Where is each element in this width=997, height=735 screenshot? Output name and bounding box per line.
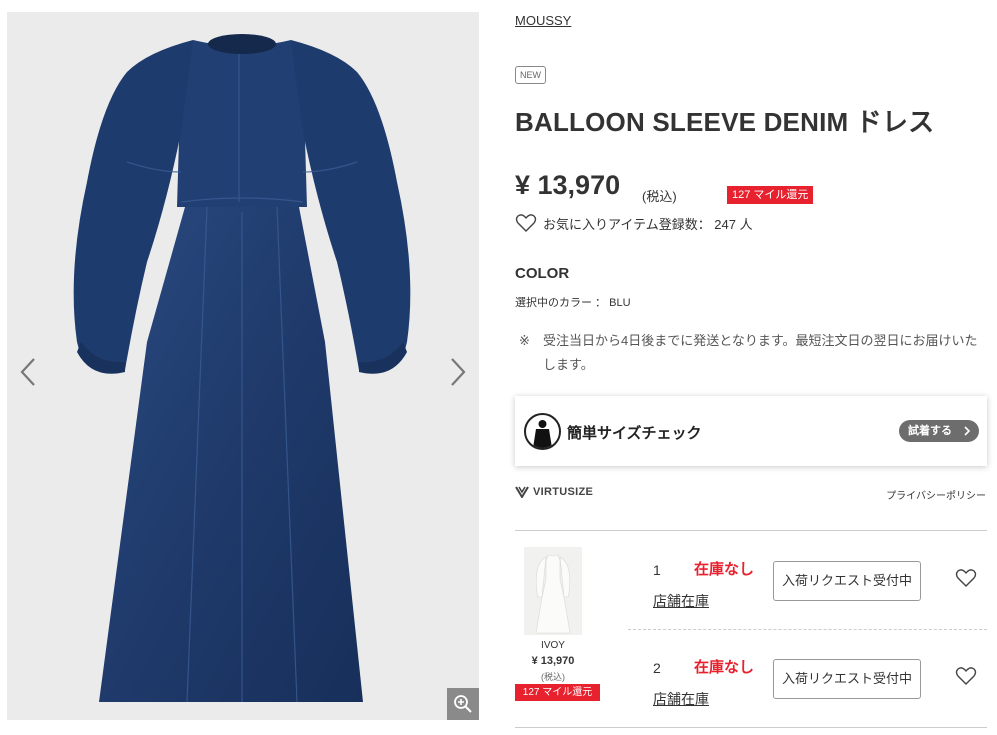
color-heading: COLOR: [515, 265, 570, 282]
virtusize-text: VIRTUSIZE: [533, 486, 594, 498]
brand-link[interactable]: MOUSSY: [515, 13, 571, 28]
size-check-title: 簡単サイズチェック: [567, 425, 702, 442]
privacy-policy-link[interactable]: プライバシーポリシー: [886, 487, 986, 502]
store-stock-link[interactable]: 店舗在庫: [653, 689, 709, 709]
size-check-card[interactable]: 簡単サイズチェック 試着する: [515, 396, 987, 466]
zoom-in-icon[interactable]: [447, 688, 479, 720]
size-label: 2: [653, 660, 661, 676]
chevron-right-icon[interactable]: [445, 352, 471, 392]
notice-mark: ※: [519, 333, 530, 348]
heart-icon[interactable]: [955, 666, 977, 686]
try-on-button[interactable]: 試着する: [899, 420, 979, 442]
try-on-label: 試着する: [908, 425, 952, 437]
divider: [515, 727, 987, 728]
product-price: ¥ 13,970: [515, 170, 621, 200]
restock-request-button[interactable]: 入荷リクエスト受付中: [773, 659, 921, 699]
notice-text: 受注当日から4日後までに発送となります。最短注文日の翌日にお届けいたします。: [543, 333, 978, 372]
virtusize-mark-icon: [515, 486, 529, 498]
row-divider: [628, 629, 987, 630]
product-title: BALLOON SLEEVE DENIM ドレス: [515, 107, 935, 137]
favorite-count-text: お気に入りアイテム登録数： 247 人: [543, 216, 753, 232]
heart-icon[interactable]: [955, 568, 977, 588]
selected-color: 選択中のカラー ： BLU: [515, 297, 631, 309]
mile-badge: 127 マイル還元: [727, 186, 814, 204]
new-badge: NEW: [515, 66, 546, 84]
stock-status: 在庫なし: [694, 659, 755, 676]
restock-request-button[interactable]: 入荷リクエスト受付中: [773, 561, 921, 601]
size-label: 1: [653, 562, 661, 578]
variant-mile-badge: 127 マイル還元: [515, 684, 600, 701]
product-main-image: [73, 34, 411, 703]
size-check-avatar: [524, 413, 561, 450]
chevron-right-icon: [963, 420, 971, 450]
stock-status: 在庫なし: [694, 561, 755, 578]
variant-price: ¥ 13,970: [531, 655, 575, 667]
shipping-notice: ※ 受注当日から4日後までに発送となります。最短注文日の翌日にお届けいたします。: [519, 329, 989, 377]
variant-color-name: IVOY: [541, 640, 565, 651]
heart-icon[interactable]: [515, 213, 537, 233]
divider: [515, 530, 987, 531]
product-image-gallery: [7, 12, 479, 720]
chevron-left-icon[interactable]: [15, 352, 41, 392]
variant-tax-label: (税込): [541, 672, 565, 682]
variant-thumbnail[interactable]: [524, 547, 582, 635]
virtusize-logo: VIRTUSIZE: [515, 486, 593, 498]
tax-label: (税込): [642, 189, 677, 204]
store-stock-link[interactable]: 店舗在庫: [653, 591, 709, 611]
favorite-count-row: お気に入りアイテム登録数： 247 人: [515, 213, 753, 233]
